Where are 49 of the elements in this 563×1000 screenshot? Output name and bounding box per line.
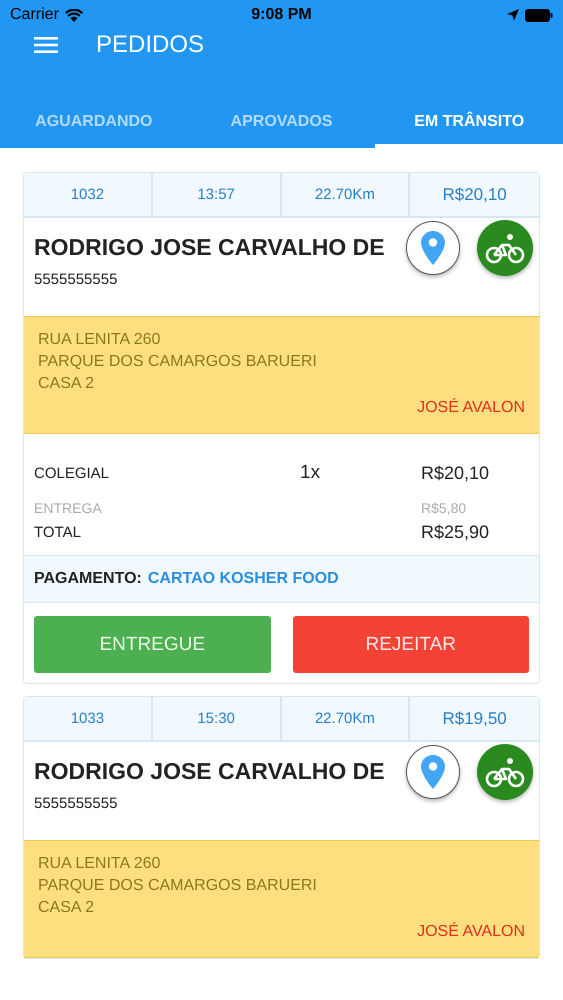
courier-name: JOSÉ AVALON bbox=[416, 921, 525, 942]
tab[interactable]: EM TRÂNSITO bbox=[375, 100, 563, 148]
address-line: PARQUE DOS CAMARGOS BARUERI bbox=[38, 876, 318, 896]
location-button[interactable] bbox=[406, 745, 460, 799]
bicycle-icon bbox=[485, 232, 525, 264]
address-line: PARQUE DOS CAMARGOS BARUERI bbox=[38, 352, 318, 372]
order-time: 13:57 bbox=[152, 173, 282, 218]
address-line: CASA 2 bbox=[38, 374, 96, 394]
order-time: 15:30 bbox=[152, 697, 282, 742]
reject-button[interactable]: REJEITAR bbox=[292, 616, 529, 673]
line-name: ENTREGA bbox=[34, 500, 103, 516]
clock-time: 9:08 PM bbox=[251, 6, 312, 24]
line-amount: R$5,80 bbox=[421, 500, 468, 516]
order-distance: 22.70Km bbox=[282, 173, 410, 218]
battery-icon bbox=[525, 8, 553, 22]
order-price: R$20,10 bbox=[410, 173, 539, 218]
customer-name: RODRIGO JOSE CARVALHO DE bbox=[34, 234, 385, 261]
line-amount: R$20,10 bbox=[421, 462, 490, 484]
bicycle-button[interactable] bbox=[477, 744, 533, 800]
menu-icon[interactable] bbox=[34, 37, 58, 53]
carrier-label: Carrier bbox=[10, 6, 59, 24]
order-number: 1033 bbox=[24, 697, 153, 742]
address-line: RUA LENITA 260 bbox=[38, 330, 162, 350]
line-quantity: 1x bbox=[299, 462, 320, 483]
page-title: PEDIDOS bbox=[96, 31, 204, 59]
customer-name: RODRIGO JOSE CARVALHO DE bbox=[34, 758, 385, 785]
map-pin-icon bbox=[421, 231, 445, 265]
order-distance: 22.70Km bbox=[282, 697, 410, 742]
customer-phone: 5555555555 bbox=[34, 271, 118, 288]
deliver-button[interactable]: ENTREGUE bbox=[34, 616, 270, 673]
line-amount: R$25,90 bbox=[421, 522, 490, 543]
order-price: R$19,50 bbox=[410, 697, 539, 742]
order-number: 1032 bbox=[24, 173, 153, 218]
bicycle-icon bbox=[485, 756, 525, 788]
line-name: COLEGIAL bbox=[34, 464, 110, 482]
location-arrow-icon bbox=[507, 9, 519, 21]
wifi-icon bbox=[64, 8, 83, 22]
payment-method: CARTAO KOSHER FOOD bbox=[148, 570, 339, 588]
line-name: TOTAL bbox=[34, 524, 82, 541]
courier-name: JOSÉ AVALON bbox=[416, 397, 525, 418]
payment-label: PAGAMENTO: bbox=[34, 570, 142, 588]
location-button[interactable] bbox=[406, 221, 460, 275]
address-line: CASA 2 bbox=[38, 898, 96, 918]
map-pin-icon bbox=[421, 755, 445, 789]
address-line: RUA LENITA 260 bbox=[38, 854, 162, 874]
tab[interactable]: APROVADOS bbox=[188, 100, 376, 148]
customer-phone: 5555555555 bbox=[34, 795, 118, 812]
bicycle-button[interactable] bbox=[477, 220, 533, 276]
tab[interactable]: AGUARDANDO bbox=[0, 100, 188, 148]
